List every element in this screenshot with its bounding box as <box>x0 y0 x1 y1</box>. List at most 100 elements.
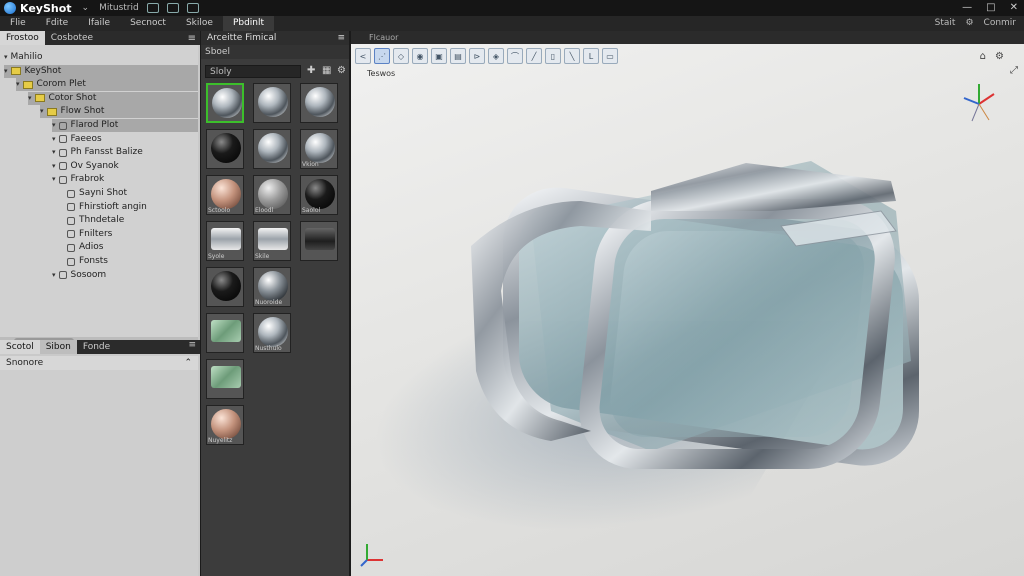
scene-tree-item[interactable]: ▾ Faeeos <box>52 133 198 146</box>
material-label: Skile <box>255 253 270 260</box>
tab-properties-2[interactable]: Sibon <box>39 340 77 354</box>
scene-tree-item[interactable]: Fnilters <box>64 228 198 241</box>
tab-properties-3[interactable]: Fonde <box>77 340 116 354</box>
material-thumbnail[interactable] <box>206 359 244 399</box>
node-icon <box>58 121 67 130</box>
properties-tabs: Scotol Sibon Fonde ≡ <box>0 340 200 354</box>
node-icon <box>67 189 75 198</box>
add-icon[interactable]: ✚ <box>307 65 315 76</box>
tab-properties-1[interactable]: Scotol <box>0 340 40 354</box>
material-thumbnail[interactable]: Vkion <box>300 129 338 169</box>
menu-view[interactable]: Ifaile <box>78 16 120 31</box>
scene-tree-item[interactable]: ▾ Frabrok <box>52 173 198 186</box>
tab-scene[interactable]: Frostoo <box>0 31 45 45</box>
material-thumbnail[interactable]: Nuorolde <box>253 267 291 307</box>
material-preview-cube <box>211 320 241 342</box>
scene-tree-item[interactable]: ▾ Ov Syanok <box>52 160 198 173</box>
menu-right-config[interactable]: Conmir <box>984 16 1016 31</box>
scene-tree-item[interactable]: ▾ Flow Shot <box>40 105 198 119</box>
expand-toggle-icon[interactable]: ▾ <box>16 78 20 91</box>
scene-tree-item[interactable]: ▾ Flarod Plot <box>52 119 198 132</box>
node-icon <box>58 148 67 157</box>
title-bar: KeyShot ⌄ Mitustrid — □ ✕ <box>0 0 1024 16</box>
material-thumbnail[interactable]: Sctoolo <box>206 175 244 215</box>
menu-right-start[interactable]: Stait <box>935 16 956 31</box>
material-thumbnail[interactable] <box>253 83 291 123</box>
menu-settings[interactable]: Skiloe <box>176 16 223 31</box>
menu-project[interactable]: Pbdinlt <box>222 16 275 31</box>
minimize-button[interactable]: — <box>962 2 972 13</box>
tab-cameras[interactable]: Cosbotee <box>45 31 99 45</box>
scene-tree-label: Flow Shot <box>60 106 105 117</box>
material-preview-sphere <box>258 133 288 163</box>
material-preview-sphere <box>258 87 288 117</box>
material-thumbnail[interactable]: Nusthulo <box>253 313 291 353</box>
menu-scene[interactable]: Secnoct <box>120 16 176 31</box>
scene-tree-label: Sayni Shot <box>79 188 128 198</box>
material-thumbnail[interactable]: Saolol <box>300 175 338 215</box>
material-thumbnail[interactable]: Skile <box>253 221 291 261</box>
expand-toggle-icon[interactable]: ▾ <box>52 160 56 173</box>
settings-icon[interactable]: ⚙ <box>337 65 346 76</box>
undo-icon[interactable] <box>186 3 199 13</box>
expand-toggle-icon[interactable]: ▾ <box>52 146 56 159</box>
grid-view-icon[interactable]: ▦ <box>322 65 331 76</box>
expand-toggle-icon[interactable]: ▾ <box>4 65 8 78</box>
project-name[interactable]: Mitustrid <box>99 3 139 13</box>
material-preview-sphere <box>305 133 335 163</box>
scene-tree-item[interactable]: ▾ Sosoom <box>52 269 198 282</box>
menu-file[interactable]: Flie <box>0 16 36 31</box>
save-file-icon[interactable] <box>166 3 179 13</box>
scene-tree-item[interactable]: ▾ Ph Fansst Balize <box>52 146 198 159</box>
collapse-icon[interactable]: ⌃ <box>184 356 192 370</box>
library-tab[interactable]: Arceitte Fimical <box>201 33 276 43</box>
material-thumbnail[interactable] <box>253 129 291 169</box>
material-thumbnail[interactable] <box>206 83 244 123</box>
menu-edit[interactable]: Fdite <box>36 16 78 31</box>
scene-tree-item[interactable]: Fhirstioft angin <box>64 201 198 214</box>
scene-tree-item[interactable]: ▾ Corom Plet <box>16 78 198 92</box>
open-file-icon[interactable] <box>146 3 159 13</box>
expand-toggle-icon[interactable]: ▾ <box>28 92 32 105</box>
scene-tree-item[interactable]: Adios <box>64 241 198 254</box>
scene-tree-label: Faeeos <box>70 133 102 144</box>
scene-tree-item[interactable]: ▾ Mahilio <box>4 51 198 64</box>
scene-tree-item[interactable]: Thndetale <box>64 214 198 227</box>
properties-menu-icon[interactable]: ≡ <box>188 340 196 354</box>
properties-header[interactable]: Snonore ⌃ <box>0 356 198 370</box>
expand-toggle-icon[interactable]: ▾ <box>40 105 44 118</box>
settings-gear-icon[interactable]: ⚙ <box>965 16 973 31</box>
material-label: Eloodl <box>255 207 274 214</box>
close-button[interactable]: ✕ <box>1010 2 1018 13</box>
material-thumbnail[interactable] <box>206 129 244 169</box>
axis-gizmo-icon[interactable] <box>954 76 1004 131</box>
material-thumbnail[interactable] <box>206 313 244 353</box>
expand-toggle-icon[interactable]: ▾ <box>52 119 56 132</box>
expand-toggle-icon[interactable]: ▾ <box>4 51 8 64</box>
material-preview-sphere <box>305 87 335 117</box>
library-search-input[interactable]: Sloly <box>205 65 301 78</box>
scene-tree-item[interactable]: ▾ Cotor Shot <box>28 91 198 105</box>
scene-tree-item[interactable]: ▾ KeyShot <box>4 64 198 78</box>
scene-panel: Frostoo Cosbotee ≡ ▾ Mahilio ▾ KeyShot ▾ Coro… <box>0 31 200 576</box>
expand-toggle-icon[interactable]: ▾ <box>52 269 56 282</box>
node-icon <box>67 257 75 266</box>
expand-toggle-icon[interactable]: ▾ <box>52 133 56 146</box>
material-thumbnail[interactable] <box>300 221 338 261</box>
material-thumbnail[interactable]: Nuyelitz <box>206 405 244 445</box>
material-thumbnail[interactable] <box>300 83 338 123</box>
material-thumbnail[interactable]: Syole <box>206 221 244 261</box>
panel-menu-icon[interactable]: ≡ <box>188 33 196 44</box>
scene-tree-item[interactable]: Fonsts <box>64 255 198 268</box>
library-folder-label[interactable]: Sboel <box>205 47 230 57</box>
library-menu-icon[interactable]: ≡ <box>337 33 345 43</box>
scene-tree-label: Thndetale <box>79 215 125 226</box>
expand-toggle-icon[interactable]: ▾ <box>52 173 56 186</box>
scene-tree-item[interactable]: Sayni Shot <box>64 187 198 200</box>
material-thumbnail[interactable] <box>206 267 244 307</box>
render-viewport[interactable]: Flcauor < ⋰ ◇ ◉ ▣ ▤ ⊳ ◈ ⌒ ╱ ▯ ╲ L ▭ ⌂ ⚙ ⤢ Teswos <box>351 31 1024 576</box>
dropdown-chevron-icon[interactable]: ⌄ <box>82 3 90 13</box>
material-thumbnail[interactable]: Eloodl <box>253 175 291 215</box>
maximize-button[interactable]: □ <box>986 2 995 13</box>
scene-tree-label: Fhirstioft angin <box>79 201 147 212</box>
